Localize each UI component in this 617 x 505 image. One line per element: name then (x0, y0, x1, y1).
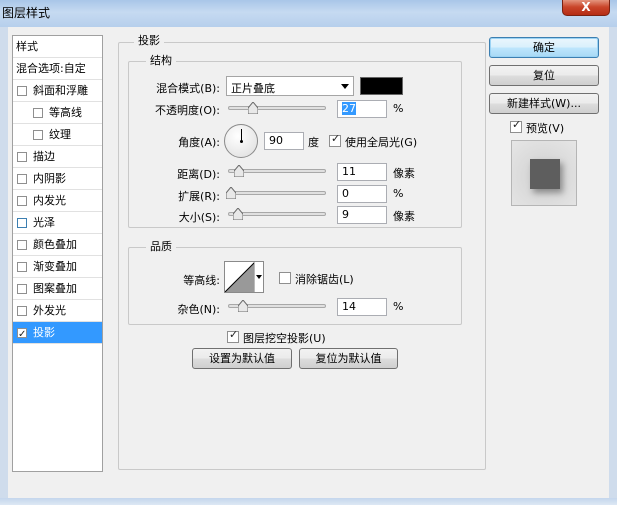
shadow-color-swatch[interactable] (360, 77, 403, 95)
sidebar-item-texture[interactable]: 纹理 (13, 124, 102, 146)
sidebar-item-drop-shadow[interactable]: 投影 (13, 322, 102, 346)
ok-button[interactable]: 确定 (489, 37, 599, 58)
sidebar-item-inner-glow[interactable]: 内发光 (13, 190, 102, 212)
checkbox[interactable] (33, 108, 43, 118)
spread-slider[interactable] (226, 186, 326, 202)
noise-slider[interactable] (228, 299, 326, 315)
contour-label: 等高线: (183, 274, 220, 287)
sidebar-item-color-overlay[interactable]: 颜色叠加 (13, 234, 102, 256)
opacity-label: 不透明度(O): (155, 104, 220, 117)
spread-unit: % (393, 187, 404, 200)
spread-input[interactable]: 0 (337, 185, 387, 203)
distance-input[interactable]: 11 (337, 163, 387, 181)
reset-button[interactable]: 复位 (489, 65, 599, 86)
slider-handle[interactable] (234, 165, 244, 177)
style-list: 样式 混合选项:自定 斜面和浮雕 等高线 纹理 描边 内阴影 内发光 光泽 颜色… (12, 35, 103, 472)
preview-label[interactable]: 预览(V) (526, 120, 564, 136)
size-label: 大小(S): (178, 211, 220, 224)
linear-contour-icon (225, 262, 255, 292)
global-light-checkbox[interactable] (329, 132, 341, 147)
preview-square (530, 159, 560, 189)
contour-picker[interactable] (224, 261, 264, 293)
knockout-label[interactable]: 图层挖空投影(U) (243, 330, 326, 346)
make-default-button[interactable]: 设置为默认值 (192, 348, 292, 369)
checkbox-checked[interactable] (17, 324, 27, 346)
angle-input[interactable]: 90 (264, 132, 304, 150)
new-style-button[interactable]: 新建样式(W)... (489, 93, 599, 114)
sidebar-item-bevel-emboss[interactable]: 斜面和浮雕 (13, 80, 102, 102)
sidebar-item-stroke[interactable]: 描边 (13, 146, 102, 168)
chevron-down-icon[interactable] (254, 262, 263, 292)
checkbox[interactable] (17, 262, 27, 272)
spread-label: 扩展(R): (178, 190, 220, 203)
preview-checkbox[interactable] (510, 118, 522, 133)
slider-handle[interactable] (238, 300, 248, 312)
angle-label: 角度(A): (178, 136, 220, 149)
slider-handle[interactable] (226, 187, 236, 199)
close-button[interactable]: X (562, 0, 610, 16)
section-title: 投影 (134, 32, 164, 48)
opacity-unit: % (393, 102, 404, 115)
reset-default-button[interactable]: 复位为默认值 (299, 348, 398, 369)
global-light-label[interactable]: 使用全局光(G) (345, 134, 417, 150)
distance-unit: 像素 (393, 167, 415, 180)
sidebar-item-satin[interactable]: 光泽 (13, 212, 102, 234)
blend-options-item[interactable]: 混合选项:自定 (13, 58, 102, 80)
blend-mode-select[interactable]: 正片叠底 (226, 76, 354, 96)
opacity-slider[interactable] (228, 101, 326, 117)
noise-label: 杂色(N): (177, 303, 220, 316)
checkbox[interactable] (17, 240, 27, 250)
quality-title: 品质 (146, 238, 176, 254)
angle-unit: 度 (308, 136, 319, 149)
sidebar-item-inner-shadow[interactable]: 内阴影 (13, 168, 102, 190)
checkbox[interactable] (17, 284, 27, 294)
noise-input[interactable]: 14 (337, 298, 387, 316)
size-unit: 像素 (393, 210, 415, 223)
distance-slider[interactable] (228, 164, 326, 180)
preview-thumbnail (511, 140, 577, 206)
checkbox[interactable] (17, 86, 27, 96)
sidebar-item-contour[interactable]: 等高线 (13, 102, 102, 124)
distance-label: 距离(D): (177, 168, 220, 181)
dialog-body: 样式 混合选项:自定 斜面和浮雕 等高线 纹理 描边 内阴影 内发光 光泽 颜色… (8, 27, 609, 498)
style-list-header[interactable]: 样式 (13, 36, 102, 58)
blend-mode-label: 混合模式(B): (156, 82, 220, 95)
sidebar-item-outer-glow[interactable]: 外发光 (13, 300, 102, 322)
sidebar-item-pattern-overlay[interactable]: 图案叠加 (13, 278, 102, 300)
checkbox[interactable] (17, 218, 27, 228)
opacity-input[interactable]: 27 (337, 100, 387, 118)
structure-title: 结构 (146, 52, 176, 68)
knockout-checkbox[interactable] (227, 328, 239, 343)
chevron-down-icon (341, 84, 349, 89)
anti-alias-checkbox[interactable] (279, 272, 291, 284)
noise-unit: % (393, 300, 404, 313)
slider-handle[interactable] (248, 102, 258, 114)
checkbox[interactable] (17, 174, 27, 184)
title-bar: 图层样式 X (0, 0, 617, 27)
angle-dial[interactable] (224, 124, 258, 158)
size-input[interactable]: 9 (337, 206, 387, 224)
checkbox[interactable] (33, 130, 43, 140)
checkbox[interactable] (17, 196, 27, 206)
checkbox[interactable] (17, 306, 27, 316)
sidebar-item-gradient-overlay[interactable]: 渐变叠加 (13, 256, 102, 278)
slider-handle[interactable] (233, 208, 243, 220)
window-title: 图层样式 (2, 6, 51, 20)
anti-alias-label[interactable]: 消除锯齿(L) (295, 271, 354, 287)
size-slider[interactable] (228, 207, 326, 223)
checkbox[interactable] (17, 152, 27, 162)
window-bottom-edge (0, 498, 617, 505)
